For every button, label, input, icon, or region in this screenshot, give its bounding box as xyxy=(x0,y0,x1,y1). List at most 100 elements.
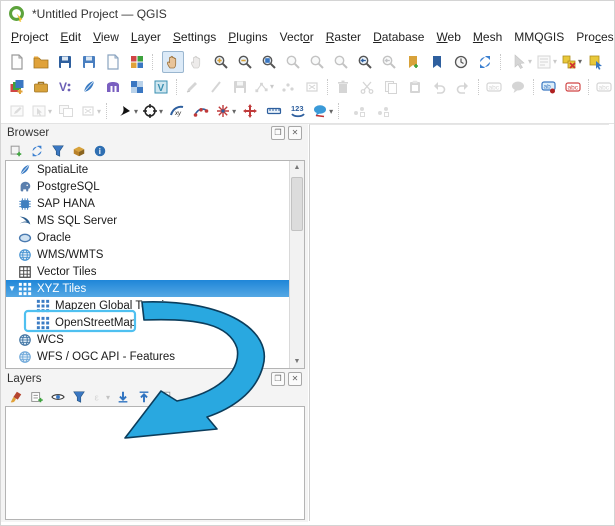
browser-close-button[interactable]: ✕ xyxy=(288,126,302,140)
select-features-button: ▾ xyxy=(510,51,533,73)
layers-list[interactable] xyxy=(5,406,305,520)
manage-map-themes-button[interactable] xyxy=(48,388,67,407)
measure-line-button[interactable] xyxy=(263,100,285,122)
move-feature-button[interactable] xyxy=(239,100,261,122)
add-vector-tile-layer-button[interactable] xyxy=(150,76,172,98)
scroll-down-button[interactable]: ▼ xyxy=(290,355,304,368)
pin-unpin-labels-button[interactable] xyxy=(562,76,584,98)
snapping-tool-dropdown[interactable]: ▾ xyxy=(232,107,236,116)
gps-tool-button[interactable]: ▾ xyxy=(141,100,164,122)
highlight-pinned-labels-icon xyxy=(596,79,612,95)
zoom-last-button[interactable] xyxy=(354,51,376,73)
properties-widget-button[interactable] xyxy=(90,142,109,161)
menu-edit[interactable]: Edit xyxy=(54,28,87,46)
browser-item-mapzen-global-terrain[interactable]: Mapzen Global Terrain xyxy=(6,297,304,314)
qgis-window: V V abc ab xy 12 xyxy=(0,0,615,526)
browser-item-arcgis-rest-servers[interactable]: ArcGIS REST Servers xyxy=(6,365,304,369)
zoom-full-extent-button[interactable] xyxy=(258,51,280,73)
map-tips-dropdown[interactable]: ▾ xyxy=(329,107,333,116)
save-project-as-icon xyxy=(81,54,97,70)
refresh-map-button[interactable] xyxy=(474,51,496,73)
menu-database[interactable]: Database xyxy=(367,28,430,46)
add-group-button[interactable] xyxy=(27,388,46,407)
coordinate-capture-button[interactable] xyxy=(166,100,188,122)
add-mesh-layer-button[interactable] xyxy=(102,76,124,98)
zoom-out-button[interactable] xyxy=(234,51,256,73)
browser-item-xyz-tiles[interactable]: ▼XYZ Tiles xyxy=(6,280,304,297)
show-spatial-bookmarks-button[interactable] xyxy=(426,51,448,73)
collapse-all-button[interactable] xyxy=(69,142,88,161)
browser-item-ms-sql-server[interactable]: MS SQL Server xyxy=(6,212,304,229)
map-tips-button[interactable]: ▾ xyxy=(311,100,334,122)
browser-item-wfs-ogc-api-features[interactable]: WFS / OGC API - Features xyxy=(6,348,304,365)
browser-item-sap-hana[interactable]: SAP HANA xyxy=(6,195,304,212)
browser-item-wcs[interactable]: WCS xyxy=(6,331,304,348)
deselect-features-dropdown[interactable]: ▾ xyxy=(578,57,582,66)
new-print-layout-button[interactable] xyxy=(102,51,124,73)
browser-item-postgresql[interactable]: PostgreSQL xyxy=(6,178,304,195)
browser-item-oracle[interactable]: Oracle xyxy=(6,229,304,246)
select-by-location-button[interactable] xyxy=(585,51,607,73)
menu-raster[interactable]: Raster xyxy=(320,28,367,46)
digitize-with-curve-button[interactable] xyxy=(190,100,212,122)
zoom-in-button[interactable] xyxy=(210,51,232,73)
menu-mesh[interactable]: Mesh xyxy=(467,28,508,46)
menu-layer[interactable]: Layer xyxy=(125,28,167,46)
collapse-all-layers-button[interactable] xyxy=(134,388,153,407)
browser-item-wms-wmts[interactable]: WMS/WMTS xyxy=(6,246,304,263)
menu-web[interactable]: Web xyxy=(430,28,466,46)
geometry-tool-dropdown[interactable]: ▾ xyxy=(97,107,101,116)
filter-legend-button[interactable] xyxy=(69,388,88,407)
add-delimited-text-layer-button[interactable] xyxy=(54,76,76,98)
temporal-controller-button[interactable] xyxy=(450,51,472,73)
scroll-up-button[interactable]: ▲ xyxy=(290,161,304,174)
save-project-as-button[interactable] xyxy=(78,51,100,73)
remove-layer-button[interactable] xyxy=(155,388,174,407)
save-project-button[interactable] xyxy=(54,51,76,73)
add-vector-layer-button[interactable] xyxy=(30,76,52,98)
menu-processing[interactable]: Processing xyxy=(570,28,615,46)
menu-plugins[interactable]: Plugins xyxy=(222,28,273,46)
show-layout-manager-button[interactable] xyxy=(126,51,148,73)
statistical-summary-button[interactable] xyxy=(287,100,309,122)
filter-by-expression-dropdown[interactable]: ▾ xyxy=(106,393,110,402)
menu-project[interactable]: Project xyxy=(5,28,54,46)
add-raster-layer-button[interactable] xyxy=(126,76,148,98)
browser-float-button[interactable]: ❐ xyxy=(271,126,285,140)
menu-mmqgis[interactable]: MMQGIS xyxy=(508,28,570,46)
map-select-tool-dropdown[interactable]: ▾ xyxy=(48,107,52,116)
filter-browser-button[interactable] xyxy=(48,142,67,161)
new-project-button[interactable] xyxy=(6,51,28,73)
gps-tool-dropdown[interactable]: ▾ xyxy=(159,107,163,116)
menu-settings[interactable]: Settings xyxy=(167,28,222,46)
expand-all-button[interactable] xyxy=(113,388,132,407)
browser-scrollbar[interactable]: ▲ ▼ xyxy=(289,161,304,368)
open-data-source-manager-button[interactable] xyxy=(6,76,28,98)
add-spatialite-layer-button[interactable] xyxy=(78,76,100,98)
browser-item-vector-tiles[interactable]: Vector Tiles xyxy=(6,263,304,280)
deselect-features-button[interactable]: ▾ xyxy=(560,51,583,73)
add-selected-layers-button[interactable] xyxy=(6,142,25,161)
map-canvas[interactable] xyxy=(309,124,609,521)
open-layer-styling-button[interactable] xyxy=(6,388,25,407)
select-features-dropdown[interactable]: ▾ xyxy=(528,57,532,66)
digitize-with-segment-dropdown[interactable]: ▾ xyxy=(270,82,274,91)
layers-close-button[interactable]: ✕ xyxy=(288,372,302,386)
menu-vector[interactable]: Vector xyxy=(274,28,320,46)
new-annotation-dropdown[interactable]: ▾ xyxy=(134,107,138,116)
menu-view[interactable]: View xyxy=(87,28,125,46)
layer-labeling-options-button[interactable] xyxy=(538,76,560,98)
scrollbar-thumb[interactable] xyxy=(291,177,303,231)
open-project-button[interactable] xyxy=(30,51,52,73)
layers-float-button[interactable]: ❐ xyxy=(271,372,285,386)
snapping-tool-button[interactable]: ▾ xyxy=(214,100,237,122)
browser-item-spatialite[interactable]: SpatiaLite xyxy=(6,161,304,178)
new-annotation-button[interactable]: ▾ xyxy=(116,100,139,122)
select-by-expression-dropdown[interactable]: ▾ xyxy=(553,57,557,66)
select-by-expression-icon xyxy=(536,54,552,70)
refresh-browser-button[interactable] xyxy=(27,142,46,161)
browser-item-openstreetmap[interactable]: OpenStreetMap xyxy=(6,314,304,331)
pan-map-button[interactable] xyxy=(162,51,184,73)
new-spatial-bookmark-button[interactable] xyxy=(402,51,424,73)
expand-arrow-icon[interactable]: ▼ xyxy=(6,284,18,293)
